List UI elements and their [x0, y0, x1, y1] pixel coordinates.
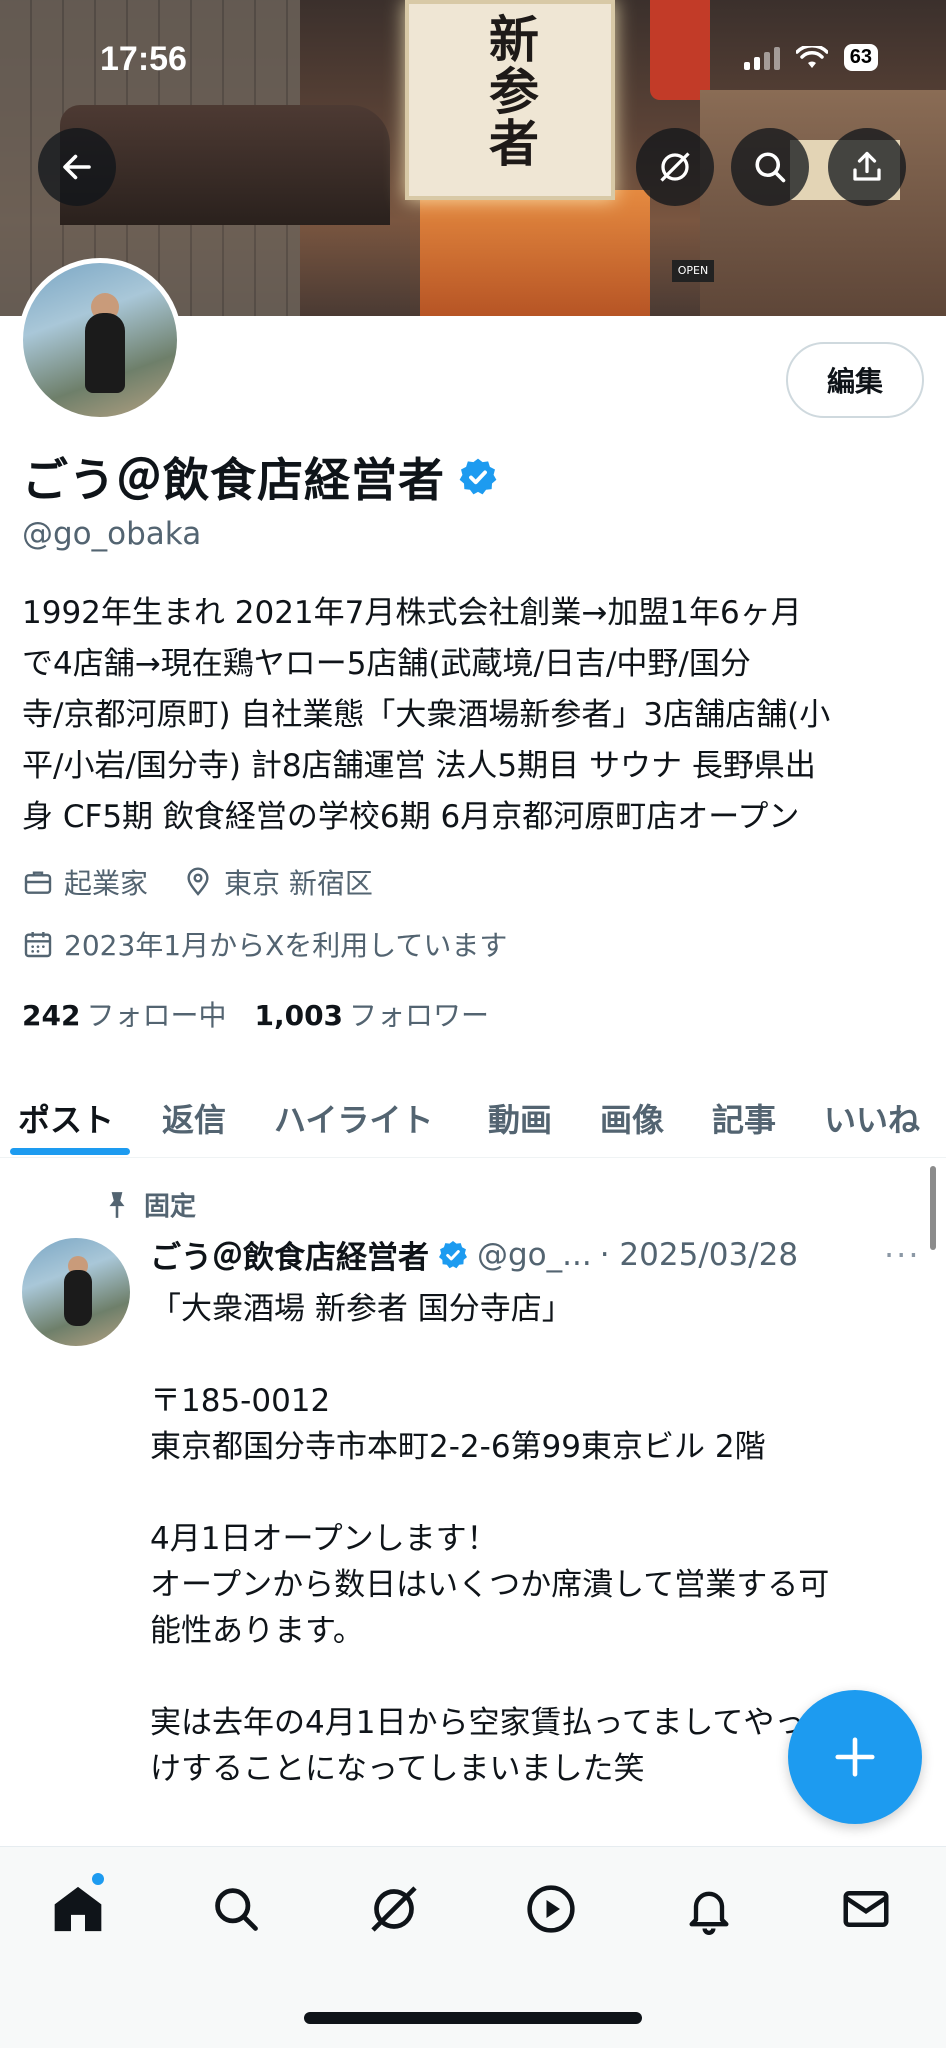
- status-time: 17:56: [100, 40, 187, 78]
- nav-grok[interactable]: [362, 1877, 426, 1941]
- plus-icon: [835, 1737, 875, 1777]
- compose-post-button[interactable]: [788, 1690, 922, 1824]
- home-notification-dot: [92, 1873, 104, 1885]
- home-icon: [54, 1886, 102, 1932]
- post-date[interactable]: · 2025/03/28: [600, 1237, 798, 1273]
- tab-posts[interactable]: ポスト: [18, 1078, 114, 1158]
- nav-notifications[interactable]: [677, 1877, 741, 1941]
- pinned-label: 固定: [144, 1192, 197, 1222]
- profile-joined-row: 2023年1月からXを利用しています: [22, 924, 507, 964]
- search-icon: [215, 1888, 258, 1931]
- tab-articles[interactable]: 記事: [712, 1078, 776, 1158]
- verified-badge-icon[interactable]: [457, 456, 499, 498]
- profile-joined-date: 2023年1月からXを利用しています: [64, 929, 508, 962]
- profile-name-row: ごう＠飲食店経営者: [22, 444, 499, 510]
- profile-occupation: 起業家: [64, 867, 149, 900]
- wifi-icon: [795, 45, 828, 68]
- pin-icon: [109, 1191, 125, 1218]
- bio-line: 1992年生まれ 2021年7月株式会社創業→加盟1年6ヶ月: [22, 595, 802, 631]
- search-button[interactable]: [731, 128, 809, 206]
- banner-shop-sign: 新参者: [405, 0, 615, 200]
- following-count: 242: [22, 999, 81, 1032]
- cellular-signal-icon: [743, 46, 780, 70]
- edit-profile-button[interactable]: 編集: [786, 342, 924, 418]
- tab-images[interactable]: 画像: [600, 1078, 664, 1158]
- profile-avatar[interactable]: [18, 258, 182, 422]
- grok-button[interactable]: [636, 128, 714, 206]
- calendar-icon: [24, 932, 52, 958]
- tab-highlights[interactable]: ハイライト: [274, 1078, 433, 1158]
- play-circle-icon: [527, 1885, 575, 1933]
- back-button[interactable]: [38, 128, 116, 206]
- battery-indicator: 63: [843, 44, 878, 71]
- arrow-left-icon: [63, 154, 91, 180]
- post-author-handle[interactable]: @go_...: [477, 1237, 592, 1273]
- location-pin-icon: [187, 867, 209, 896]
- briefcase-icon: [24, 871, 52, 894]
- profile-bio: 1992年生まれ 2021年7月株式会社創業→加盟1年6ヶ月 で4店舗→現在鶏ヤ…: [22, 588, 922, 843]
- nav-videos[interactable]: [519, 1877, 583, 1941]
- followers-link[interactable]: 1,003 フォロワー: [254, 994, 489, 1034]
- bio-line: 寺/京都河原町) 自社業態「大衆酒場新参者」3店舗店舗(小: [22, 697, 831, 733]
- share-icon: [853, 151, 881, 181]
- banner-lantern: [650, 0, 710, 100]
- post-more-button[interactable]: ···: [884, 1236, 921, 1274]
- search-icon: [755, 152, 786, 183]
- grok-icon: [371, 1886, 417, 1932]
- profile-handle: @go_obaka: [22, 516, 202, 552]
- status-icons: 63: [743, 44, 878, 71]
- profile-location: 東京 新宿区: [224, 867, 373, 900]
- follow-stats: 242 フォロー中 1,003 フォロワー: [22, 994, 489, 1034]
- post-text[interactable]: 「大衆酒場 新参者 国分寺店」 〒185-0012 東京都国分寺市本町2-2-6…: [150, 1286, 910, 1792]
- verified-badge-icon: [439, 1240, 467, 1268]
- share-button[interactable]: [828, 128, 906, 206]
- grok-icon: [660, 152, 690, 182]
- banner-open-sign: OPEN: [672, 260, 714, 282]
- active-tab-indicator: [10, 1148, 130, 1155]
- following-link[interactable]: 242 フォロー中: [22, 994, 226, 1034]
- profile-name: ごう＠飲食店経営者: [22, 453, 445, 507]
- nav-search[interactable]: [204, 1877, 268, 1941]
- banner-shop-glow: [420, 190, 650, 316]
- post-author-avatar[interactable]: [22, 1238, 130, 1346]
- home-indicator: [304, 2012, 642, 2024]
- bio-line: で4店舗→現在鶏ヤロー5店舗(武蔵境/日吉/中野/国分: [22, 646, 751, 682]
- tab-videos[interactable]: 動画: [488, 1078, 552, 1158]
- tab-replies[interactable]: 返信: [162, 1078, 226, 1158]
- mail-icon: [843, 1891, 889, 1927]
- bio-line: 平/小岩/国分寺) 計8店舗運営 法人5期目 サウナ 長野県出: [22, 748, 816, 784]
- followers-label: フォロワー: [349, 999, 490, 1032]
- banner-sign-text: 新参者: [489, 10, 539, 173]
- banner-right-shop: [700, 90, 946, 316]
- nav-messages[interactable]: [834, 1877, 898, 1941]
- post-author-name[interactable]: ごう＠飲食店経営者: [150, 1232, 429, 1277]
- avatar-person: [85, 313, 125, 393]
- post-avatar-person: [64, 1270, 92, 1326]
- profile-tabs: ポスト 返信 ハイライト 動画 画像 記事 いいね: [0, 1078, 946, 1158]
- followers-count: 1,003: [254, 999, 344, 1032]
- profile-meta-row: 起業家 東京 新宿区: [22, 862, 373, 902]
- nav-home[interactable]: [46, 1873, 110, 1941]
- tab-likes[interactable]: いいね: [824, 1078, 920, 1158]
- bio-line: 身 CF5期 飲食経営の学校6期 6月京都河原町店オープン: [22, 799, 800, 835]
- following-label: フォロー中: [86, 999, 227, 1032]
- scrollbar-thumb[interactable]: [930, 1166, 936, 1250]
- pinned-indicator: 固定: [104, 1186, 196, 1223]
- post-header: ごう＠飲食店経営者 @go_... · 2025/03/28: [150, 1232, 798, 1277]
- bell-icon: [689, 1891, 729, 1935]
